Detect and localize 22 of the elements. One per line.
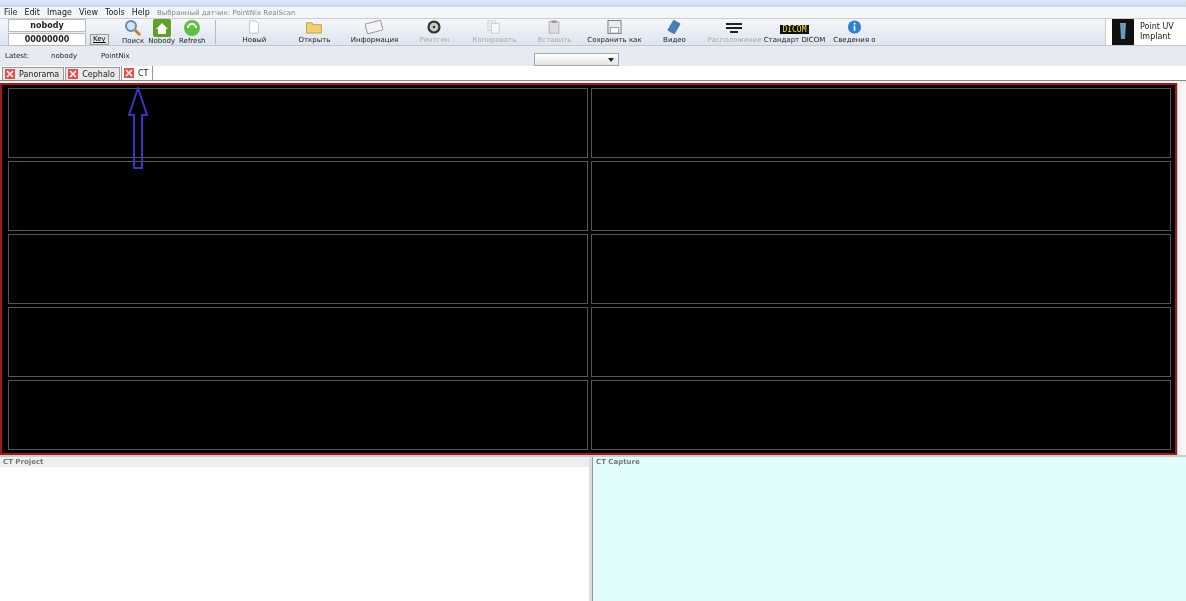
close-icon[interactable] [5, 69, 15, 79]
tab[interactable]: Cephalo [65, 67, 120, 80]
menu-item[interactable]: View [78, 8, 98, 17]
menu-item[interactable]: Image [46, 8, 72, 17]
close-icon[interactable] [68, 69, 79, 79]
tablet-icon [666, 20, 683, 34]
menu-item[interactable]: Tools [104, 8, 125, 17]
close-icon[interactable] [123, 68, 134, 78]
clipboard-icon [547, 20, 562, 34]
scrollbar[interactable] [1177, 83, 1186, 455]
patient-id-field[interactable]: 00000000 [8, 32, 86, 46]
dropdown[interactable] [534, 53, 619, 66]
implant-icon [1112, 19, 1134, 45]
menu-item[interactable]: Help [131, 8, 150, 17]
caret-icon [608, 57, 614, 62]
tab[interactable]: Panorama [2, 67, 65, 80]
menu-item[interactable]: File [4, 8, 18, 17]
dicom-badge: DICOM [780, 25, 809, 34]
menu-item[interactable]: Edit [24, 8, 40, 17]
product-name: Point UV Implant [1140, 22, 1174, 42]
search-icon [124, 19, 143, 37]
grid-icon [725, 22, 744, 34]
